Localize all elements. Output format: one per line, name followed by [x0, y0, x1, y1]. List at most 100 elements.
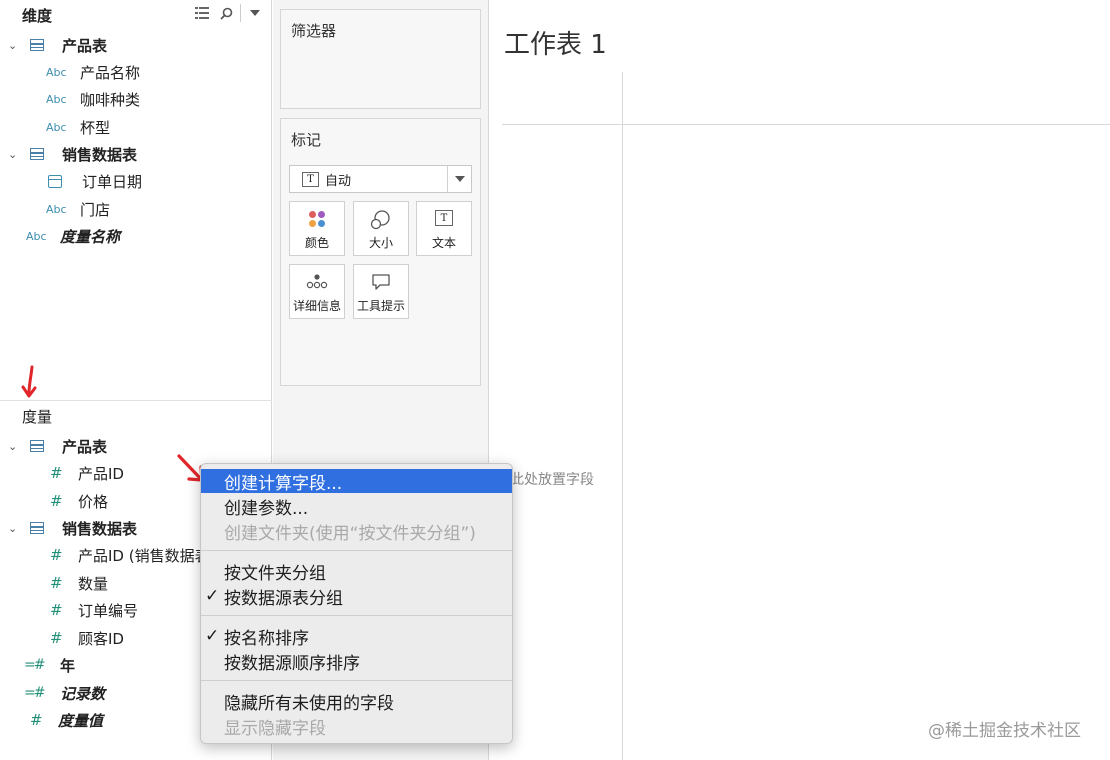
measure-field-record-count[interactable]: =# 记录数 [24, 680, 105, 706]
pane-divider[interactable] [0, 400, 272, 401]
menu-item-label: 按文件夹分组 [224, 563, 326, 584]
measure-field[interactable]: # 产品ID [50, 460, 124, 486]
mark-type-select[interactable]: T 自动 [289, 165, 472, 193]
measure-field[interactable]: # 顾客ID [50, 625, 124, 651]
measures-header: 度量 [22, 408, 53, 426]
tooltip-label: 工具提示 [356, 299, 405, 313]
group-label: 产品表 [62, 437, 108, 456]
color-label: 颜色 [304, 236, 329, 250]
calendar-icon [48, 174, 62, 188]
string-type-icon: Abc [46, 120, 67, 134]
checkmark-icon: ✓ [205, 626, 220, 646]
measure-field[interactable]: # 订单编号 [50, 597, 138, 623]
chevron-down-icon[interactable] [447, 166, 471, 192]
measure-field[interactable]: # 价格 [50, 488, 108, 514]
menu-item-label: 创建参数... [224, 498, 309, 519]
number-type-icon: # [50, 546, 63, 564]
number-type-icon: # [50, 601, 63, 619]
menu-item-sort-by-data-source-order[interactable]: 按数据源顺序排序 [201, 649, 512, 674]
measure-group-product-table[interactable]: ⌄ 产品表 [8, 433, 107, 459]
menu-item-label: 按名称排序 [224, 628, 309, 649]
table-icon [30, 522, 44, 534]
canvas-divider-horizontal [502, 124, 1110, 125]
dim-group-product-table[interactable]: ⌄ 产品表 [8, 32, 107, 58]
tooltip-icon [372, 274, 390, 290]
field-label: 杯型 [80, 118, 111, 137]
menu-item-label: 显示隐藏字段 [224, 718, 326, 739]
field-label: 产品ID [78, 464, 124, 483]
chevron-down-icon[interactable]: ⌄ [8, 148, 22, 161]
marks-title: 标记 [291, 131, 322, 149]
field-label: 价格 [78, 492, 109, 511]
detail-icon [306, 274, 328, 289]
menu-item-group-by-folder[interactable]: 按文件夹分组 [201, 559, 512, 584]
field-label: 数量 [78, 574, 109, 593]
chevron-down-icon[interactable]: ⌄ [8, 522, 22, 535]
color-icon [309, 211, 325, 227]
string-type-icon: Abc [26, 229, 47, 243]
filters-card[interactable]: 筛选器 [280, 9, 481, 109]
filters-title: 筛选器 [291, 22, 337, 40]
pane-toolbar [190, 2, 267, 24]
number-type-icon: # [50, 629, 63, 647]
menu-item-label: 创建文件夹(使用“按文件夹分组”) [224, 523, 476, 544]
menu-item-label: 按数据源顺序排序 [224, 653, 360, 674]
menu-item-show-hidden-fields: 显示隐藏字段 [201, 714, 512, 739]
text-button[interactable]: T 文本 [416, 201, 472, 256]
text-icon: T [435, 210, 453, 226]
text-mark-icon: T [302, 171, 319, 187]
canvas-divider-vertical [622, 72, 623, 760]
field-label: 产品ID (销售数据表) [78, 546, 216, 565]
view-list-icon[interactable] [190, 2, 214, 24]
pane-menu-dropdown-icon[interactable] [243, 2, 267, 24]
string-type-icon: Abc [46, 65, 67, 79]
measure-group-sales-table[interactable]: ⌄ 销售数据表 [8, 515, 137, 541]
field-label: 咖啡种类 [80, 90, 141, 109]
number-type-icon: # [50, 464, 63, 482]
text-label: 文本 [431, 236, 456, 250]
menu-item-sort-by-name[interactable]: ✓ 按名称排序 [201, 624, 512, 649]
field-label: 度量值 [58, 711, 104, 730]
string-type-icon: Abc [46, 92, 67, 106]
calculated-number-icon: =# [24, 657, 45, 673]
tooltip-button[interactable]: 工具提示 [353, 264, 409, 319]
menu-item-label: 按数据源表分组 [224, 588, 343, 609]
measure-field-year[interactable]: =# 年 [24, 652, 75, 678]
sheet-title[interactable]: 工作表 1 [504, 24, 607, 61]
dim-field-measure-names[interactable]: Abc 度量名称 [26, 223, 120, 249]
dim-field[interactable]: Abc 杯型 [46, 114, 110, 140]
field-label: 订单编号 [78, 601, 139, 620]
dim-field[interactable]: 订单日期 [48, 168, 142, 194]
worksheet-canvas[interactable]: 工作表 1 在此处放置字段 @稀土掘金技术社区 [490, 0, 1110, 760]
table-icon [30, 440, 44, 452]
size-button[interactable]: 大小 [353, 201, 409, 256]
measure-field[interactable]: # 数量 [50, 570, 108, 596]
field-label: 记录数 [60, 684, 106, 703]
field-label: 度量名称 [60, 227, 121, 246]
menu-item-create-parameter[interactable]: 创建参数... [201, 494, 512, 519]
size-label: 大小 [368, 236, 393, 250]
search-icon[interactable] [214, 2, 238, 24]
number-type-icon: # [50, 574, 63, 592]
dim-field[interactable]: Abc 门店 [46, 196, 110, 222]
red-arrow-down-icon [21, 365, 37, 398]
color-button[interactable]: 颜色 [289, 201, 345, 256]
detail-label: 详细信息 [292, 299, 341, 313]
menu-item-hide-unused-fields[interactable]: 隐藏所有未使用的字段 [201, 689, 512, 714]
context-menu: 创建计算字段... 创建参数... 创建文件夹(使用“按文件夹分组”) 按文件夹… [200, 463, 513, 744]
dim-group-sales-table[interactable]: ⌄ 销售数据表 [8, 141, 137, 167]
dim-field[interactable]: Abc 咖啡种类 [46, 86, 140, 112]
watermark: @稀土掘金技术社区 [928, 721, 1081, 741]
menu-item-create-calculated-field[interactable]: 创建计算字段... [201, 469, 512, 494]
menu-separator [201, 550, 512, 551]
field-label: 产品名称 [80, 63, 141, 82]
table-icon [30, 148, 44, 160]
measure-field-measure-values[interactable]: # 度量值 [30, 707, 103, 733]
dim-field[interactable]: Abc 产品名称 [46, 59, 140, 85]
menu-item-group-by-data-source-table[interactable]: ✓ 按数据源表分组 [201, 584, 512, 609]
chevron-down-icon[interactable]: ⌄ [8, 39, 22, 52]
mark-type-value: 自动 [325, 173, 352, 189]
group-label: 产品表 [62, 36, 108, 55]
detail-button[interactable]: 详细信息 [289, 264, 345, 319]
chevron-down-icon[interactable]: ⌄ [8, 440, 22, 453]
